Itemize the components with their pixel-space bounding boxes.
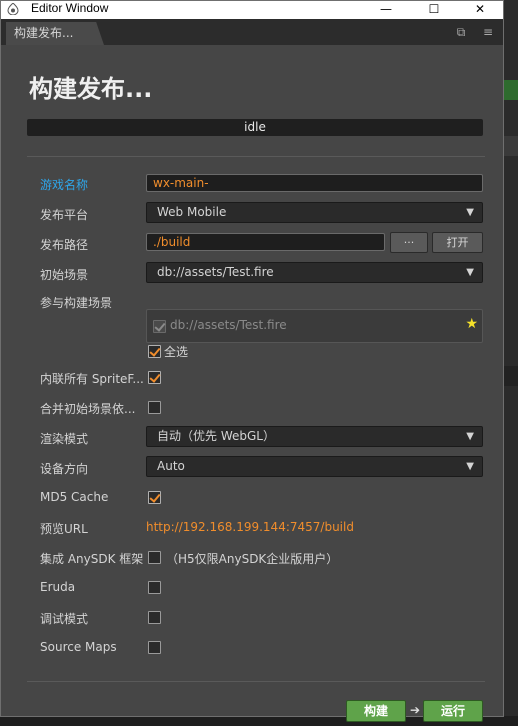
background-editor-strip (503, 0, 518, 726)
tab-bar: 构建发布... ⧉ ≡ (1, 19, 503, 45)
build-path-input[interactable]: ./build (146, 233, 385, 251)
debug-mode-checkbox[interactable] (148, 611, 161, 624)
maximize-icon: ☐ (428, 1, 440, 16)
tab-build-label: 构建发布... (14, 26, 74, 40)
bottom-divider (27, 681, 485, 682)
platform-label: 发布平台 (40, 208, 89, 222)
source-maps-label: Source Maps (40, 640, 117, 654)
platform-value: Web Mobile (157, 205, 227, 219)
status-bar: idle (27, 119, 483, 136)
md5-cache-checkbox[interactable] (148, 491, 161, 504)
scene-checkbox (153, 320, 166, 333)
render-mode-select[interactable]: 自动（优先 WebGL） ▼ (146, 426, 483, 447)
close-icon: ✕ (474, 1, 486, 16)
source-maps-checkbox[interactable] (148, 641, 161, 654)
app-logo-icon (7, 3, 19, 15)
merge-start-scene-label: 合并初始场景依... (40, 402, 136, 416)
arrow-right-icon: ➔ (410, 703, 421, 717)
orientation-value: Auto (157, 459, 185, 473)
render-mode-value: 自动（优先 WebGL） (157, 429, 275, 443)
window-client: 构建发布... ⧉ ≡ 构建发布... idle 游戏名称 wx-main- 发… (1, 19, 503, 722)
popout-icon[interactable]: ⧉ (454, 25, 468, 39)
window-title: Editor Window (31, 1, 109, 15)
game-name-input[interactable]: wx-main- (146, 174, 483, 192)
render-mode-label: 渲染模式 (40, 432, 89, 446)
preview-url-link[interactable]: http://192.168.199.144:7457/build (146, 520, 354, 534)
window-titlebar[interactable]: Editor Window — ☐ ✕ (1, 1, 503, 18)
scene-path: db://assets/Test.fire (170, 318, 287, 332)
preview-url-label: 预览URL (40, 522, 88, 536)
inline-spriteframes-label: 内联所有 SpriteF... (40, 372, 144, 386)
game-name-label: 游戏名称 (40, 178, 89, 192)
top-divider (27, 156, 485, 157)
start-scene-select[interactable]: db://assets/Test.fire ▼ (146, 262, 483, 283)
build-path-label: 发布路径 (40, 238, 89, 252)
minimize-button[interactable]: — (363, 1, 409, 16)
browse-button[interactable]: ··· (390, 232, 428, 253)
open-button[interactable]: 打开 (432, 232, 483, 253)
eruda-label: Eruda (40, 580, 76, 594)
select-all-checkbox[interactable] (148, 345, 161, 358)
build-button[interactable]: 构建 (346, 700, 406, 722)
orientation-select[interactable]: Auto ▼ (146, 456, 483, 477)
dropdown-arrow-icon: ▼ (466, 267, 474, 278)
menu-icon[interactable]: ≡ (481, 25, 495, 39)
background-green-mark (503, 80, 518, 100)
merge-start-scene-checkbox[interactable] (148, 401, 161, 414)
editor-window: Editor Window — ☐ ✕ 构建发布... ⧉ ≡ 构建发布... … (0, 0, 504, 722)
anysdk-note: （H5仅限AnySDK企业版用户） (166, 552, 339, 566)
background-panel-mark (503, 366, 518, 386)
debug-mode-label: 调试模式 (40, 612, 89, 626)
star-icon: ★ (465, 316, 478, 332)
md5-cache-label: MD5 Cache (40, 490, 109, 504)
eruda-checkbox[interactable] (148, 581, 161, 594)
minimize-icon: — (380, 1, 392, 16)
start-scene-value: db://assets/Test.fire (157, 265, 274, 279)
maximize-button[interactable]: ☐ (411, 1, 457, 16)
included-scenes-label: 参与构建场景 (40, 296, 113, 310)
anysdk-checkbox[interactable] (148, 551, 161, 564)
start-scene-label: 初始场景 (40, 268, 89, 282)
dropdown-arrow-icon: ▼ (466, 207, 474, 218)
platform-select[interactable]: Web Mobile ▼ (146, 202, 483, 223)
included-scenes-list: db://assets/Test.fire ★ (146, 309, 483, 343)
dropdown-arrow-icon: ▼ (466, 461, 474, 472)
inline-spriteframes-checkbox[interactable] (148, 371, 161, 384)
build-panel: 构建发布... idle 游戏名称 wx-main- 发布平台 Web Mobi… (9, 45, 503, 722)
close-button[interactable]: ✕ (457, 1, 503, 16)
tab-build[interactable]: 构建发布... (6, 22, 104, 45)
background-panel-mark (503, 136, 518, 156)
run-button[interactable]: 运行 (423, 700, 483, 722)
page-title: 构建发布... (29, 75, 153, 103)
select-all-label: 全选 (164, 345, 189, 359)
anysdk-label: 集成 AnySDK 框架 (40, 552, 144, 566)
dropdown-arrow-icon: ▼ (466, 431, 474, 442)
orientation-label: 设备方向 (40, 462, 89, 476)
